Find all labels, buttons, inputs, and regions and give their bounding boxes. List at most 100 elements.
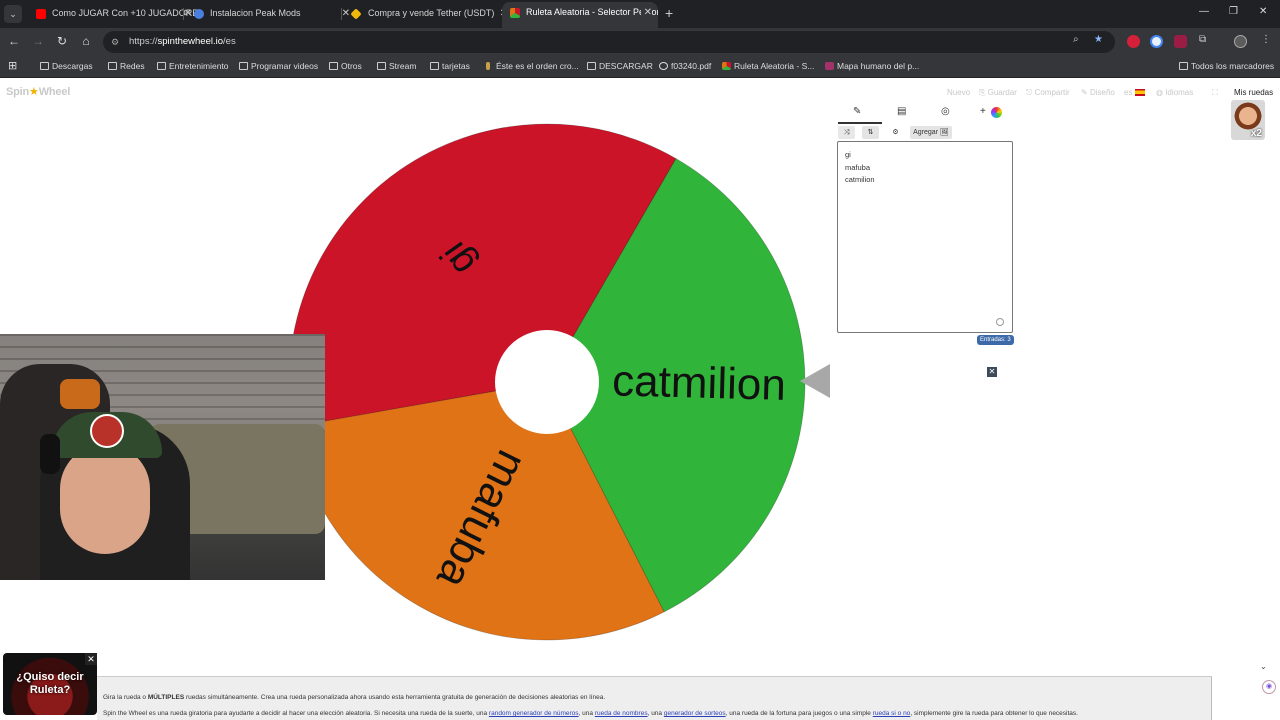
bookmark-label: Ruleta Aleatoria - S... [734,61,815,71]
reload-icon[interactable]: ↻ [54,34,70,48]
site-logo[interactable]: Spin★Wheel [6,85,70,98]
close-panel-button[interactable]: ✕ [987,367,997,377]
menu-language-code[interactable]: es [1124,88,1132,97]
bookmark-star-icon[interactable]: ★ [1094,34,1103,45]
tab-close-icon[interactable]: ✕ [640,2,652,23]
wheel-icon [722,62,731,70]
tab-4-active[interactable]: Ruleta Aleatoria - Selector Personalizad… [502,2,658,28]
bookmark-label: Redes [120,61,145,71]
apps-grid-icon[interactable]: ⊞ [8,59,17,72]
menu-compartir[interactable]: ⎋ Compartir [1026,88,1070,98]
sort-icon: ⇅ [867,129,874,136]
spain-flag-icon[interactable] [1135,89,1145,96]
brush-icon: ✎ [1081,88,1090,97]
globe-icon: ◍ [1156,88,1166,97]
saved-wheel-thumbnail[interactable]: x2 [1231,100,1265,140]
close-window-button[interactable]: ✕ [1259,6,1267,17]
cap-logo [90,414,124,448]
bookmark-tarjetas[interactable]: tarjetas [430,61,470,71]
desc-text: , una [647,710,664,717]
zoom-icon[interactable]: ⌕ [1073,34,1079,45]
add-plus-icon[interactable]: + [980,106,986,117]
back-arrow-icon[interactable]: ← [6,34,22,48]
sort-button[interactable]: ⇅ [862,126,879,139]
chat-widget-icon[interactable]: ◉ [1262,680,1276,694]
extensions-puzzle-icon[interactable]: ⧉ [1199,34,1206,45]
emoji-picker-icon[interactable] [996,318,1004,326]
new-tab-button[interactable]: + [665,5,673,21]
edit-pencil-icon[interactable]: ✎ [853,106,861,117]
bookmark-ruleta[interactable]: Ruleta Aleatoria - S... [722,61,814,71]
entries-textarea[interactable]: gi mafuba catmilion [837,141,1013,333]
address-bar[interactable]: ⚙ https://spinthewheel.io/es [103,31,1115,53]
url-path: /es [223,36,236,47]
folder-icon [157,62,166,70]
menu-label: Idiomas [1165,88,1194,97]
wheel-favicon-icon [510,8,520,18]
bookmark-label: tarjetas [442,61,470,71]
menu-idiomas[interactable]: ◍ Idiomas [1156,88,1193,97]
folder-icon [108,62,117,70]
bookmark-mapa-humano[interactable]: Mapa humano del p... [825,61,919,71]
extension-3-icon[interactable] [1174,35,1187,48]
hide-eye-icon[interactable]: ◎ [941,106,950,117]
name-wheel-link[interactable]: rueda de nombres [595,710,648,717]
my-wheels-label[interactable]: Mis ruedas [1234,88,1273,97]
bookmark-stream[interactable]: Stream [377,61,416,71]
bookmark-orden-cronologico[interactable]: Éste es el orden cro... [484,61,579,71]
bookmark-entretenimiento[interactable]: Entretenimiento [157,61,229,71]
bookmark-programar-videos[interactable]: Programar videos [239,61,318,71]
number-generator-link[interactable]: random generador de números [489,710,579,717]
bottle-icon [486,62,490,70]
chair-accent [60,379,100,409]
scroll-down-chevron-icon[interactable]: ⌄ [1260,662,1267,671]
extension-1-icon[interactable] [1127,35,1140,48]
shuffle-button[interactable]: ⤨ [838,126,855,139]
description-line-1: Gira la rueda o MÚLTIPLES ruedas simultá… [103,694,605,701]
site-info-icon[interactable]: ⚙ [111,37,121,47]
translate-extension-icon[interactable] [1150,35,1163,48]
bookmark-descargas[interactable]: Descargas [40,61,93,71]
entry-line: catmilion [845,175,875,184]
ad-close-button[interactable]: ✕ [85,653,97,665]
streamer-face [60,444,150,554]
bookmark-otros[interactable]: Otros [329,61,362,71]
bookmark-redes[interactable]: Redes [108,61,145,71]
description-panel: Gira la rueda o MÚLTIPLES ruedas simultá… [97,676,1212,720]
all-bookmarks-folder[interactable]: Todos los marcadores [1179,61,1274,71]
tab-2[interactable]: Instalacion Peak Mods ✕ [186,3,356,26]
minimize-button[interactable]: — [1199,6,1209,17]
home-icon[interactable]: ⌂ [78,34,94,48]
clipboard-icon[interactable]: ▤ [897,106,906,117]
yes-no-wheel-link[interactable]: rueda si o no [873,710,911,717]
bookmark-pdf[interactable]: f03240.pdf [659,61,711,71]
fullscreen-icon[interactable]: ⛶ [1212,88,1218,98]
spin-wheel[interactable]: gicatmilionmafuba [287,122,807,642]
tab-1[interactable]: Como JUGAR Con +10 JUGADORES ✕ [28,3,198,26]
bookmark-label: Éste es el orden cro... [496,61,579,71]
wheel-center[interactable] [495,330,599,434]
settings-button[interactable]: ⚙ [887,126,904,139]
menu-guardar[interactable]: ⎘ Guardar [979,88,1017,98]
menu-nuevo[interactable]: Nuevo [947,88,970,97]
tab-title: Como JUGAR Con +10 JUGADORES [52,8,198,18]
ruleta-ad[interactable]: ¿Quiso decir Ruleta? [3,653,97,715]
add-image-button[interactable]: Agregar 🖼 [910,126,952,139]
menu-diseno[interactable]: ✎ Diseño [1081,88,1115,97]
bookmark-descargar[interactable]: DESCARGAR [587,61,653,71]
logo-star-icon: ★ [29,86,39,98]
restore-button[interactable]: ❐ [1229,6,1238,17]
folder-icon [430,62,439,70]
tab-search-button[interactable]: ⌄ [4,5,22,23]
color-palette-icon[interactable] [991,107,1002,118]
logo-text: Spin [6,86,30,98]
chrome-menu-icon[interactable]: ⋮ [1261,34,1271,45]
save-icon: ⎘ [979,88,988,97]
raffle-generator-link[interactable]: generador de sorteos [664,710,726,717]
profile-avatar-icon[interactable] [1234,35,1247,48]
forward-arrow-icon[interactable]: → [30,34,46,48]
menu-label: Diseño [1089,88,1115,97]
tab-3[interactable]: Compra y vende Tether (USDT) ✕ [344,3,514,26]
bookmark-label: Todos los marcadores [1191,61,1275,71]
tab-bar: ⌄ Como JUGAR Con +10 JUGADORES ✕ Instala… [0,0,1280,28]
